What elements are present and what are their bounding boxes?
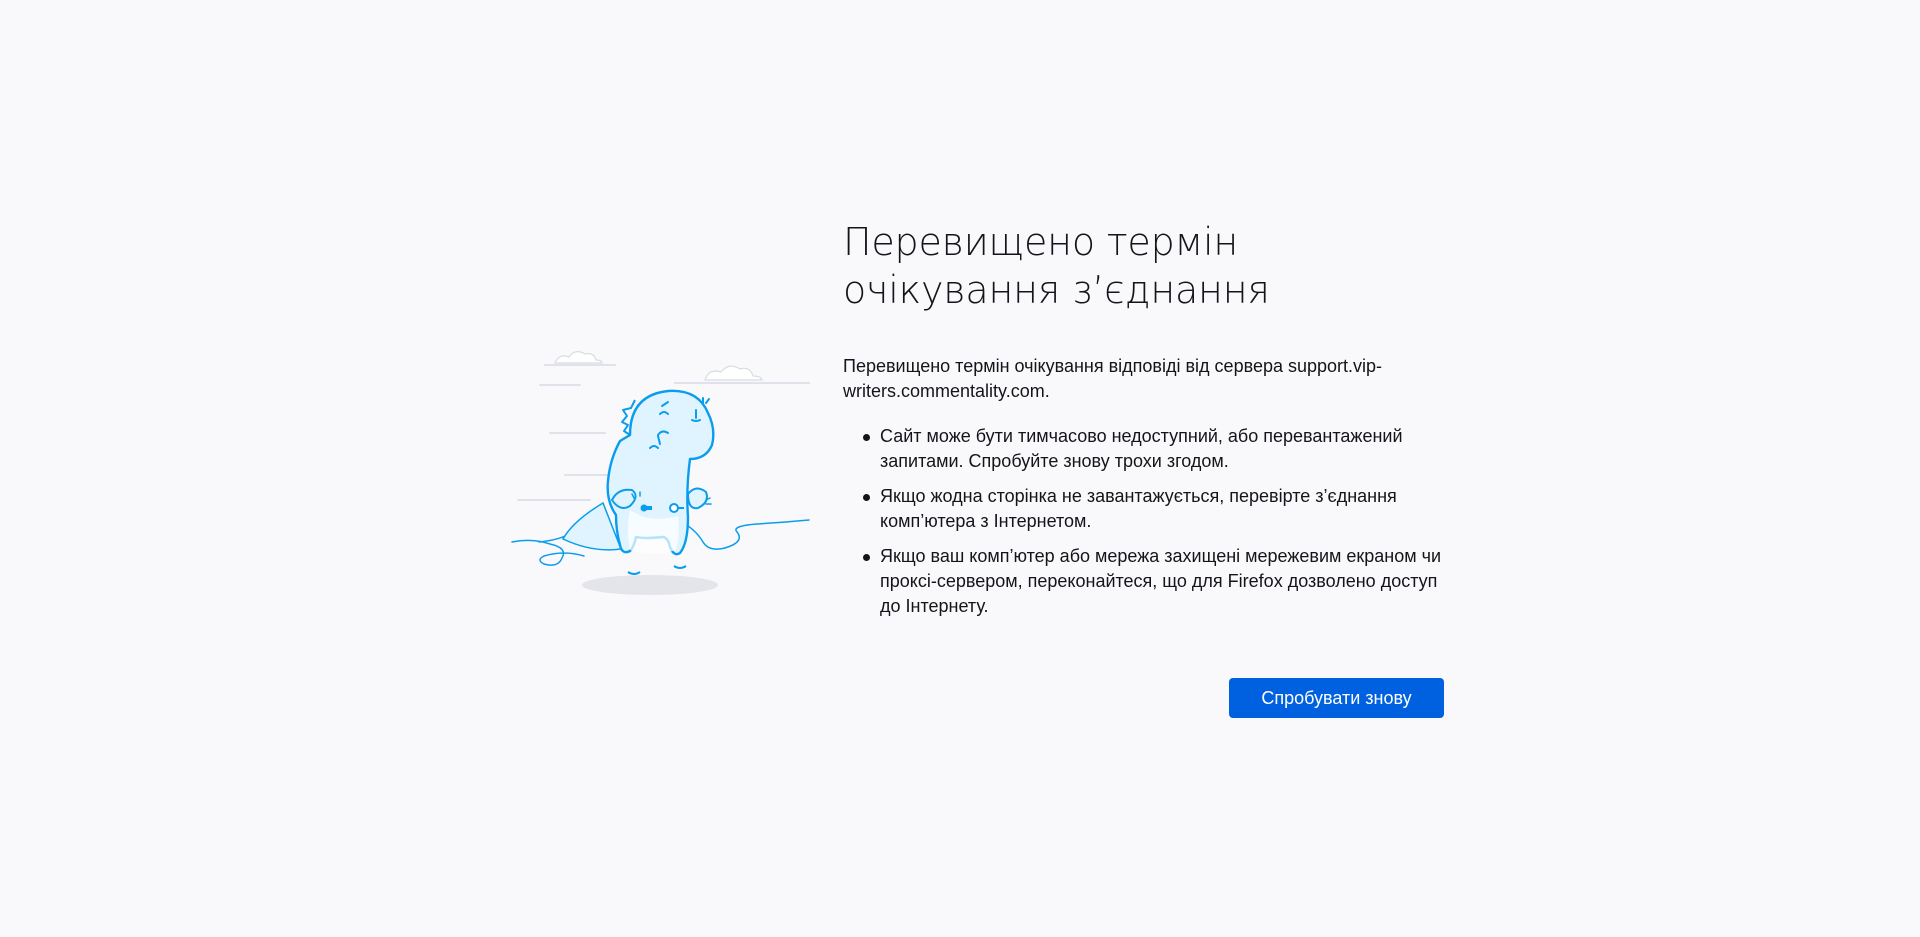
list-item: Якщо жодна сторінка не завантажується, п… xyxy=(863,484,1448,534)
retry-button[interactable]: Спробувати знову xyxy=(1229,678,1444,718)
list-item: Сайт може бути тимчасово недоступний, аб… xyxy=(863,424,1448,474)
error-page: Перевищено термін очікування з’єднання П… xyxy=(0,0,1920,937)
page-title: Перевищено термін очікування з’єднання xyxy=(843,220,1270,312)
error-content: Перевищено термін очікування з’єднання П… xyxy=(843,218,1448,629)
error-description: Перевищено термін очікування відповіді в… xyxy=(843,356,1383,401)
list-item: Якщо ваш комп’ютер або мережа захищені м… xyxy=(863,544,1448,619)
unplugged-dinosaur-icon xyxy=(511,351,810,595)
tips-list: Сайт може бути тимчасово недоступний, аб… xyxy=(843,424,1448,619)
button-row: Спробувати знову xyxy=(1229,678,1444,718)
